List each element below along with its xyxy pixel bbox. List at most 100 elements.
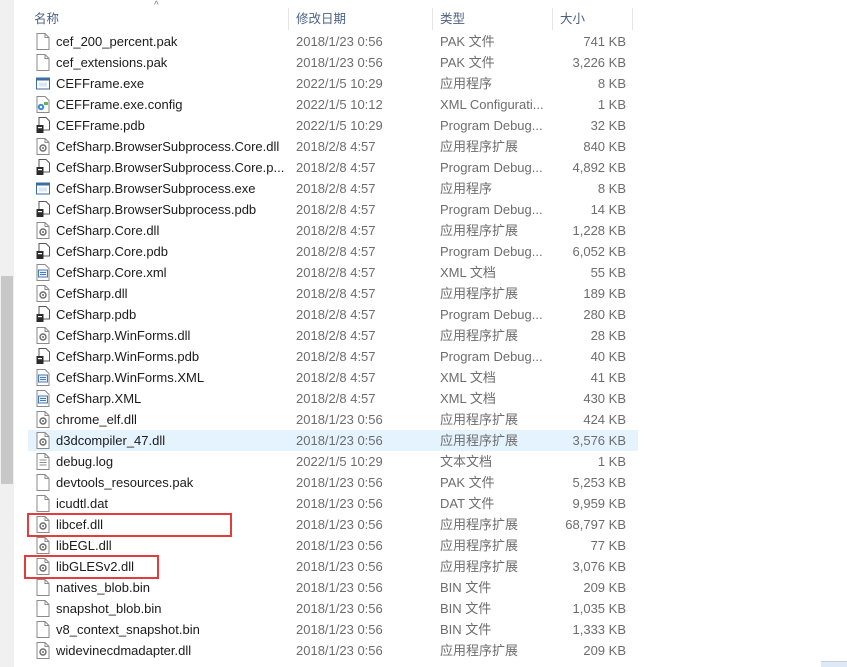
file-icon — [36, 54, 50, 71]
file-row[interactable]: devtools_resources.pak 2018/1/23 0:56 PAK … — [28, 472, 638, 493]
file-type: Program Debug... — [440, 118, 543, 133]
dll-icon — [36, 222, 50, 239]
file-type: Program Debug... — [440, 202, 543, 217]
column-header-name[interactable]: 名称 — [34, 6, 59, 32]
file-row[interactable]: debug.log 2022/1/5 10:29 文本文档 1 KB — [28, 451, 638, 472]
file-row[interactable]: CEFFrame.pdb 2022/1/5 10:29 Program Debug.… — [28, 115, 638, 136]
file-row[interactable]: CefSharp.BrowserSubprocess.Core.p... 2018… — [28, 157, 638, 178]
dll-icon — [36, 432, 50, 449]
file-size: 1,228 KB — [572, 223, 627, 238]
file-row[interactable]: CefSharp.BrowserSubprocess.exe 2018/2/8 4… — [28, 178, 638, 199]
file-date: 2018/2/8 4:57 — [296, 370, 376, 385]
file-name: CefSharp.WinForms.pdb — [56, 349, 200, 364]
file-name: CefSharp.pdb — [56, 307, 137, 322]
file-row[interactable]: CEFFrame.exe.config 2022/1/5 10:12 XML Con… — [28, 94, 638, 115]
column-header-date[interactable]: 修改日期 — [296, 6, 346, 32]
column-header-size[interactable]: 大小 — [560, 6, 585, 32]
file-size: 68,797 KB — [565, 517, 626, 532]
file-type: PAK 文件 — [440, 34, 495, 49]
file-size: 3,576 KB — [572, 433, 627, 448]
file-size: 1,333 KB — [572, 622, 627, 637]
xml-icon — [36, 390, 50, 407]
file-date: 2018/1/23 0:56 — [296, 538, 383, 553]
pdb-icon — [36, 201, 50, 218]
file-row[interactable]: icudtl.dat 2018/1/23 0:56 DAT 文件 9,959 KB — [28, 493, 638, 514]
file-size: 55 KB — [590, 265, 626, 280]
file-type: 应用程序扩展 — [440, 433, 519, 448]
file-date: 2022/1/5 10:29 — [296, 454, 383, 469]
file-row[interactable]: libEGL.dll 2018/1/23 0:56 应用程序扩展 77 KB — [28, 535, 638, 556]
file-name: snapshot_blob.bin — [56, 601, 162, 616]
file-type: 应用程序扩展 — [440, 643, 519, 658]
file-row[interactable]: widevinecdmadapter.dll 2018/1/23 0:56 应用程序… — [28, 640, 638, 661]
file-row[interactable]: CefSharp.pdb 2018/2/8 4:57 Program Debug..… — [28, 304, 638, 325]
file-row[interactable]: snapshot_blob.bin 2018/1/23 0:56 BIN 文件 1,0… — [28, 598, 638, 619]
file-row[interactable]: CefSharp.dll 2018/2/8 4:57 应用程序扩展 189 KB — [28, 283, 638, 304]
file-size: 189 KB — [583, 286, 626, 301]
file-row[interactable]: chrome_elf.dll 2018/1/23 0:56 应用程序扩展 424 KB — [28, 409, 638, 430]
file-row[interactable]: cef_200_percent.pak 2018/1/23 0:56 PAK 文件 7… — [28, 31, 638, 52]
file-row[interactable]: d3dcompiler_47.dll 2018/1/23 0:56 应用程序扩展 3,… — [28, 430, 638, 451]
file-type: BIN 文件 — [440, 601, 492, 616]
file-type: 应用程序扩展 — [440, 286, 519, 301]
file-type: 应用程序扩展 — [440, 517, 519, 532]
file-row[interactable]: CEFFrame.exe 2022/1/5 10:29 应用程序 8 KB — [28, 73, 638, 94]
file-name: libEGL.dll — [56, 538, 112, 553]
file-row[interactable]: CefSharp.Core.dll 2018/2/8 4:57 应用程序扩展 1,22… — [28, 220, 638, 241]
file-name: CEFFrame.pdb — [56, 118, 145, 133]
file-name: widevinecdmadapter.dll — [56, 643, 192, 658]
file-name: CEFFrame.exe.config — [56, 97, 183, 112]
file-size: 32 KB — [590, 118, 626, 133]
dll-icon — [36, 537, 50, 554]
column-divider[interactable] — [552, 8, 553, 30]
file-name: cef_200_percent.pak — [56, 34, 178, 49]
file-row[interactable]: CefSharp.Core.pdb 2018/2/8 4:57 Program De… — [28, 241, 638, 262]
file-type: PAK 文件 — [440, 475, 495, 490]
file-row[interactable]: CefSharp.BrowserSubprocess.pdb 2018/2/8 4… — [28, 199, 638, 220]
column-divider[interactable] — [632, 8, 633, 30]
file-type: 应用程序扩展 — [440, 223, 519, 238]
file-row[interactable]: v8_context_snapshot.bin 2018/1/23 0:56 BIN… — [28, 619, 638, 640]
dll-icon — [36, 138, 50, 155]
file-row[interactable]: natives_blob.bin 2018/1/23 0:56 BIN 文件 209 … — [28, 577, 638, 598]
file-row[interactable]: cef_extensions.pak 2018/1/23 0:56 PAK 文件 3,… — [28, 52, 638, 73]
column-divider[interactable] — [288, 8, 289, 30]
file-icon — [36, 33, 50, 50]
file-date: 2018/2/8 4:57 — [296, 139, 376, 154]
file-date: 2018/1/23 0:56 — [296, 601, 383, 616]
file-name: CefSharp.XML — [56, 391, 142, 406]
file-size: 40 KB — [590, 349, 626, 364]
vertical-scrollbar[interactable] — [0, 0, 14, 667]
file-name: icudtl.dat — [56, 496, 109, 511]
highlight-box-libcef — [27, 513, 232, 537]
file-name: CefSharp.Core.pdb — [56, 244, 169, 259]
file-size: 5,253 KB — [572, 475, 627, 490]
file-type: XML 文档 — [440, 370, 496, 385]
scrollbar-thumb[interactable] — [1, 276, 13, 484]
file-date: 2018/2/8 4:57 — [296, 160, 376, 175]
file-date: 2018/1/23 0:56 — [296, 622, 383, 637]
file-name: CefSharp.BrowserSubprocess.Core.dll — [56, 139, 280, 154]
file-row[interactable]: CefSharp.WinForms.pdb 2018/2/8 4:57 Progra… — [28, 346, 638, 367]
column-header-type[interactable]: 类型 — [440, 6, 465, 32]
file-size: 1 KB — [597, 454, 626, 469]
file-date: 2018/2/8 4:57 — [296, 181, 376, 196]
file-row[interactable]: CefSharp.Core.xml 2018/2/8 4:57 XML 文档 55 K… — [28, 262, 638, 283]
file-row[interactable]: CefSharp.XML 2018/2/8 4:57 XML 文档 430 KB — [28, 388, 638, 409]
pdb-icon — [36, 243, 50, 260]
file-size: 3,076 KB — [572, 559, 627, 574]
file-type: 文本文档 — [440, 454, 493, 469]
file-date: 2018/2/8 4:57 — [296, 328, 376, 343]
column-divider[interactable] — [432, 8, 433, 30]
file-name: d3dcompiler_47.dll — [56, 433, 166, 448]
file-row[interactable]: CefSharp.WinForms.dll 2018/2/8 4:57 应用程序扩展… — [28, 325, 638, 346]
file-size: 8 KB — [597, 181, 626, 196]
file-row[interactable]: CefSharp.BrowserSubprocess.Core.dll 2018/… — [28, 136, 638, 157]
file-size: 28 KB — [590, 328, 626, 343]
file-row[interactable]: CefSharp.WinForms.XML 2018/2/8 4:57 XML 文档… — [28, 367, 638, 388]
file-size: 1,035 KB — [572, 601, 627, 616]
file-name: debug.log — [56, 454, 114, 469]
file-date: 2018/2/8 4:57 — [296, 265, 376, 280]
file-date: 2018/1/23 0:56 — [296, 412, 383, 427]
file-type: Program Debug... — [440, 160, 543, 175]
